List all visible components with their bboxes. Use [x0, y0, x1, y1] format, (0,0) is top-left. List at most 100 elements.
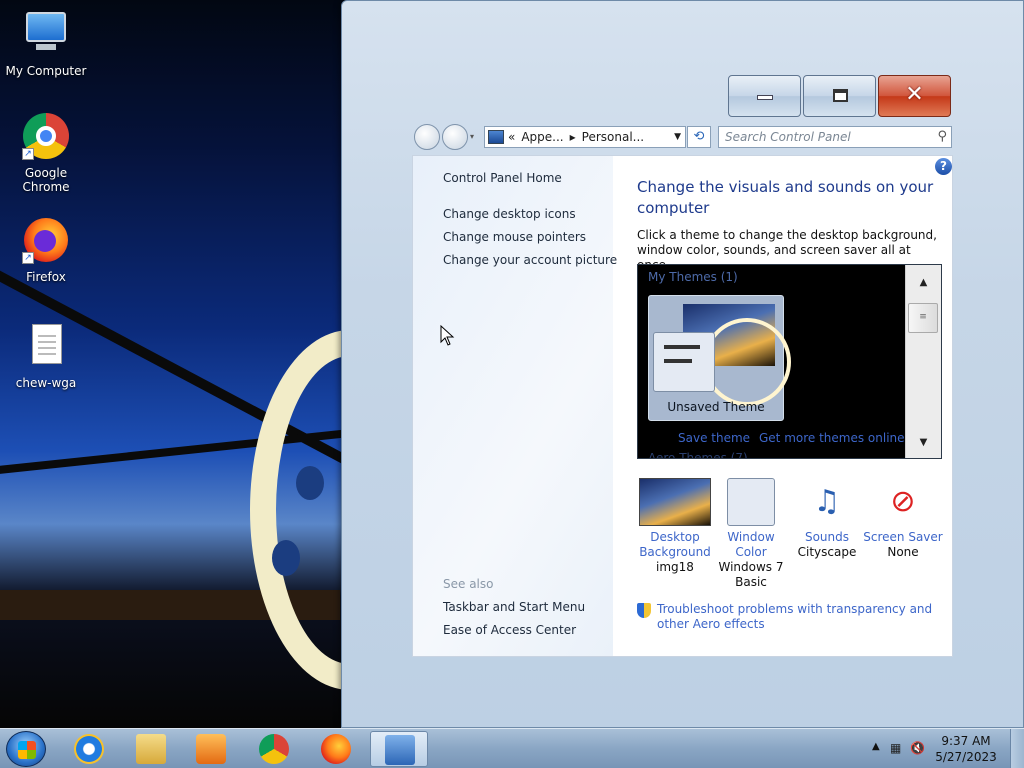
scroll-down-icon[interactable]: ▼ [906, 437, 941, 448]
scroll-up-icon[interactable]: ▲ [906, 277, 941, 288]
main-pane: ? Change the visuals and sounds on your … [613, 156, 954, 656]
desktop-icon-label: chew-wga [15, 376, 77, 390]
theme-name: Unsaved Theme [667, 400, 765, 414]
internet-explorer-icon [74, 734, 104, 764]
clock-time: 9:37 AM [941, 734, 991, 748]
desktop-icon-my-computer[interactable]: My Computer [0, 10, 92, 78]
breadcrumb-appearance[interactable]: Appe... [521, 130, 563, 144]
personalization-window: ✕ ▾ « Appe... ▸ Personal... ▼ ⟲ Search C… [341, 0, 1024, 728]
sounds-value: Cityscape [797, 545, 857, 559]
minimize-icon [757, 95, 773, 100]
my-themes-header: My Themes (1) [648, 270, 738, 284]
show-hidden-icons-icon[interactable]: ▲ [872, 741, 880, 752]
screen-saver-option[interactable]: ⊘ Screen Saver None [863, 478, 943, 560]
theme-window-preview [653, 332, 715, 392]
window-color-option[interactable]: Window Color Windows 7 Basic [711, 478, 791, 590]
sounds-option[interactable]: ♫ Sounds Cityscape [787, 478, 867, 560]
windows-logo-icon [18, 741, 36, 759]
wallpaper-hole [272, 540, 300, 576]
window-color-link[interactable]: Window Color [711, 530, 791, 560]
screen-saver-value: None [887, 545, 919, 559]
chevron-down-icon[interactable]: ▼ [674, 132, 681, 142]
change-account-picture-link[interactable]: Change your account picture [443, 253, 617, 267]
recent-pages-dropdown-icon[interactable]: ▾ [470, 132, 478, 141]
ease-of-access-link[interactable]: Ease of Access Center [443, 623, 576, 637]
troubleshoot-text[interactable]: Troubleshoot problems with transparency … [657, 602, 932, 631]
folder-icon [136, 734, 166, 764]
search-icon[interactable]: ⚲ [937, 129, 947, 144]
taskbar-file-explorer[interactable] [122, 731, 180, 767]
clock-date: 5/27/2023 [935, 750, 997, 764]
screen-saver-icon: ⊘ [890, 484, 916, 519]
close-button[interactable]: ✕ [878, 75, 951, 117]
sounds-icon: ♫ [813, 484, 841, 519]
show-desktop-button[interactable] [1010, 729, 1024, 768]
breadcrumb-personalization[interactable]: Personal... [582, 130, 644, 144]
window-color-value: Windows 7 Basic [718, 560, 784, 589]
desktop-background-option[interactable]: Desktop Background img18 [635, 478, 715, 575]
theme-list[interactable]: My Themes (1) Unsaved Theme Save theme G… [637, 264, 942, 459]
computer-icon [22, 10, 70, 58]
forward-button[interactable] [442, 124, 468, 150]
breadcrumb-overflow[interactable]: « [508, 130, 515, 144]
save-theme-link[interactable]: Save theme [678, 431, 750, 445]
help-button[interactable]: ? [935, 158, 952, 175]
taskbar: ▲ ▦ 🔇 9:37 AM 5/27/2023 [0, 728, 1024, 768]
start-button[interactable] [6, 731, 46, 767]
desktop-icon-google-chrome[interactable]: ↗ Google Chrome [0, 112, 92, 194]
control-panel-icon [385, 735, 415, 765]
taskbar-firefox[interactable] [307, 731, 365, 767]
page-title: Change the visuals and sounds on your co… [637, 178, 934, 217]
theme-tile-unsaved[interactable]: Unsaved Theme [648, 295, 791, 421]
see-also-heading: See also [443, 577, 494, 591]
file-icon [22, 322, 70, 370]
system-clock[interactable]: 9:37 AM 5/27/2023 [934, 733, 998, 765]
change-mouse-pointers-link[interactable]: Change mouse pointers [443, 230, 586, 244]
help-icon: ? [940, 159, 947, 173]
maximize-icon [833, 89, 848, 102]
content-area: Control Panel Home Change desktop icons … [412, 155, 953, 657]
search-placeholder: Search Control Panel [725, 130, 851, 144]
address-bar[interactable]: « Appe... ▸ Personal... ▼ [484, 126, 686, 148]
firefox-icon: ↗ [22, 216, 70, 264]
navigation-bar: ▾ « Appe... ▸ Personal... ▼ ⟲ Search Con… [414, 124, 954, 150]
refresh-icon: ⟲ [693, 129, 705, 144]
breadcrumb-separator-icon[interactable]: ▸ [570, 130, 576, 144]
screen-saver-link[interactable]: Screen Saver [863, 530, 943, 545]
chrome-icon: ↗ [22, 112, 70, 160]
taskbar-media-player[interactable] [182, 731, 240, 767]
desktop-icon-label: My Computer [5, 64, 87, 78]
network-icon[interactable]: ▦ [890, 741, 906, 755]
system-tray: ▲ ▦ 🔇 9:37 AM 5/27/2023 [864, 729, 1024, 768]
close-icon: ✕ [905, 82, 924, 107]
theme-list-scrollbar[interactable]: ▲ ≡ ▼ [905, 265, 941, 458]
minimize-button[interactable] [728, 75, 801, 117]
desktop-icon-firefox[interactable]: ↗ Firefox [0, 216, 92, 284]
desktop-background-value: img18 [656, 560, 694, 574]
volume-muted-icon[interactable]: 🔇 [910, 741, 926, 755]
window-controls: ✕ [728, 75, 953, 119]
refresh-button[interactable]: ⟲ [687, 126, 711, 148]
troubleshoot-link[interactable]: Troubleshoot problems with transparency … [637, 602, 947, 632]
get-more-themes-link[interactable]: Get more themes online [759, 431, 905, 445]
taskbar-chrome[interactable] [245, 731, 303, 767]
desktop-background-icon [639, 478, 711, 526]
back-button[interactable] [414, 124, 440, 150]
maximize-button[interactable] [803, 75, 876, 117]
desktop-icon-label: Firefox [26, 270, 66, 284]
search-input[interactable]: Search Control Panel ⚲ [718, 126, 952, 148]
firefox-icon [321, 734, 351, 764]
scroll-thumb[interactable]: ≡ [908, 303, 938, 333]
sounds-link[interactable]: Sounds [787, 530, 867, 545]
aero-themes-header: Aero Themes (7) [648, 451, 748, 459]
window-color-icon [727, 478, 775, 526]
desktop-icon-chew-wga[interactable]: chew-wga [0, 322, 92, 390]
change-desktop-icons-link[interactable]: Change desktop icons [443, 207, 576, 221]
taskbar-start-menu-link[interactable]: Taskbar and Start Menu [443, 600, 585, 614]
taskbar-control-panel[interactable] [370, 731, 428, 767]
control-panel-home-link[interactable]: Control Panel Home [443, 171, 562, 185]
wallpaper-hole [296, 466, 324, 500]
control-panel-icon [488, 130, 504, 144]
desktop-background-link[interactable]: Desktop Background [635, 530, 715, 560]
taskbar-internet-explorer[interactable] [60, 731, 118, 767]
